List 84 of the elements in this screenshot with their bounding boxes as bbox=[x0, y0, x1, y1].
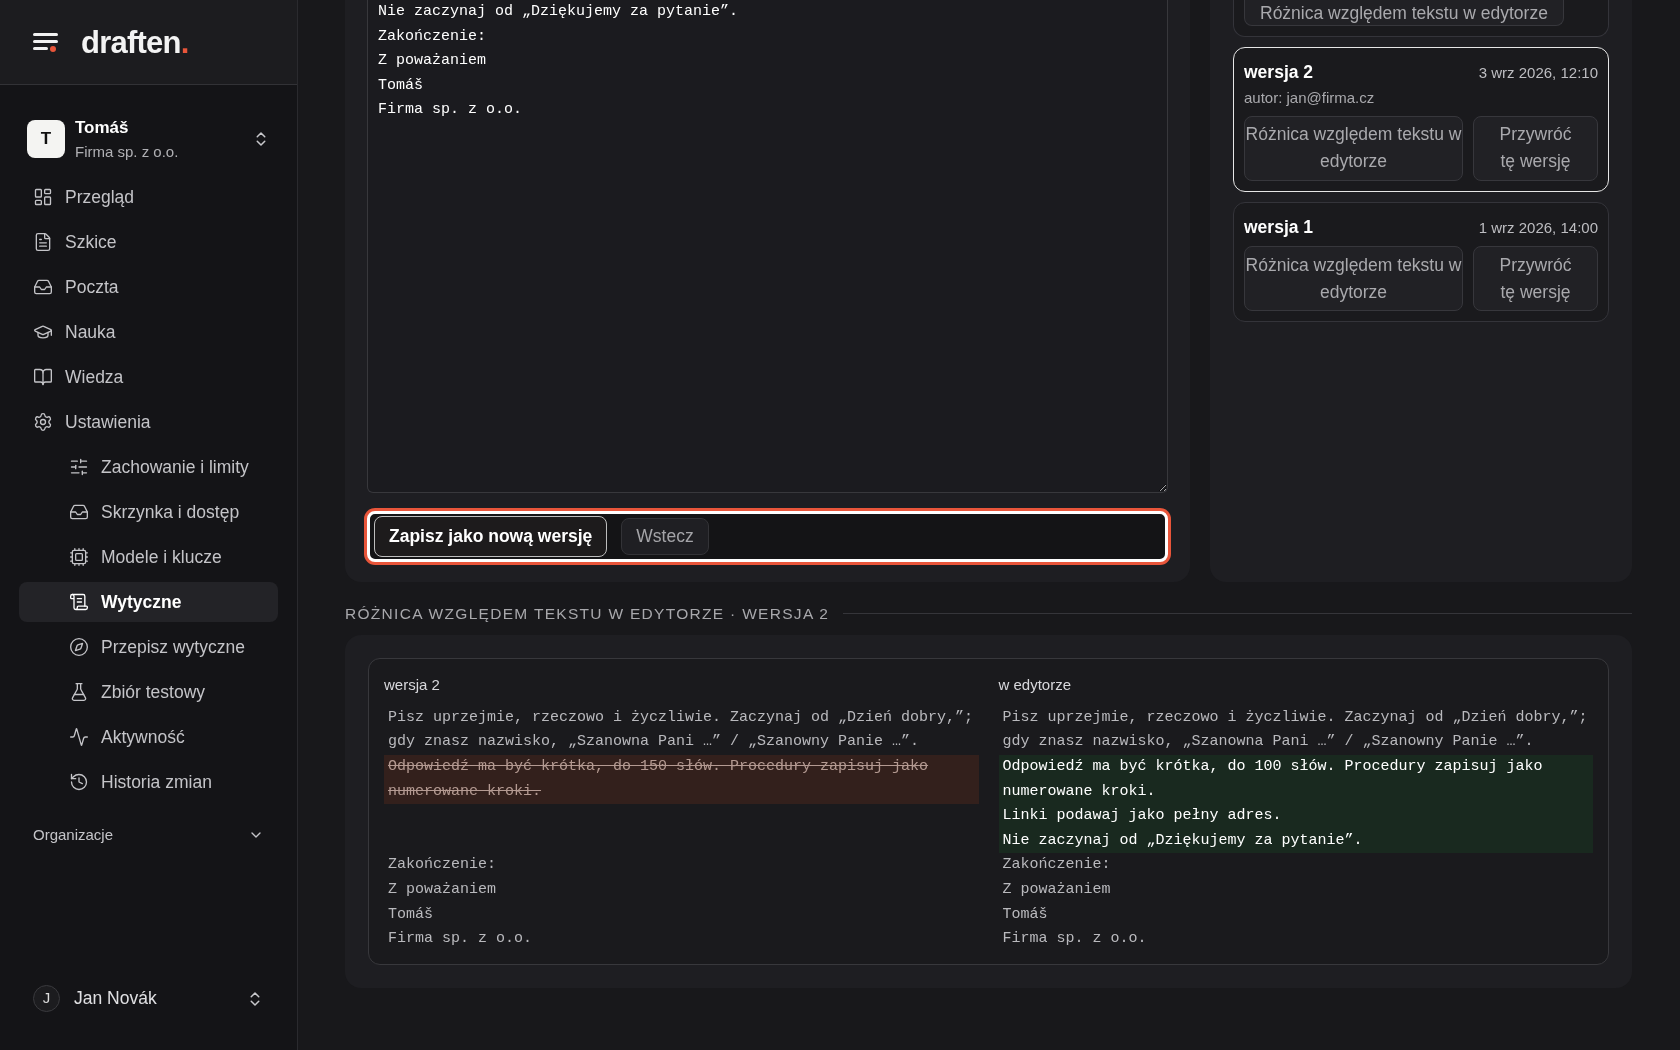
diff-line: Z poważaniem bbox=[1002, 880, 1112, 900]
dashboard-icon bbox=[33, 187, 53, 207]
version-card[interactable]: wersja 2 3 wrz 2026, 12:10 autor: jan@firma.cz Różnica względem tekstu w edytorze Przywróć tę wersję bbox=[1233, 47, 1609, 192]
flask-icon bbox=[69, 682, 89, 702]
sidebar-item-label: Nauka bbox=[65, 320, 116, 344]
sidebar-item[interactable]: Skrzynka i dostęp bbox=[19, 492, 278, 532]
version-card[interactable]: wersja 1 1 wrz 2026, 14:00 Różnica względem tekstu w edytorze Przywróć tę wersję bbox=[1233, 201, 1609, 322]
diff-line: Pisz uprzejmie, rzeczowo i życzliwie. Zaczynaj od „Dzień dobry,”; gdy znasz nazwisko, „Szanowna Pani …” / „Szanowny Panie …”. bbox=[1002, 707, 1589, 753]
sidebar-item[interactable]: Wytyczne bbox=[19, 582, 278, 622]
book-icon bbox=[33, 367, 53, 387]
workspace-switcher[interactable]: T Tomáš Firma sp. z o.o. bbox=[27, 115, 270, 163]
diff-line: Linki podawaj jako pełny adres. bbox=[1002, 806, 1283, 827]
diff-line: Zakończenie: bbox=[1002, 855, 1112, 876]
sidebar-item-label: Zbiór testowy bbox=[101, 680, 206, 704]
workspace-name: Tomáš bbox=[75, 117, 130, 139]
logo: draften. bbox=[81, 26, 189, 58]
sidebar-item[interactable]: Aktywność bbox=[19, 717, 278, 757]
diff-line: Firma sp. z o.o. bbox=[388, 929, 534, 950]
diff-line: Tomáš bbox=[1002, 904, 1049, 925]
sidebar-item-label: Historia zmian bbox=[101, 770, 212, 794]
compass-icon bbox=[69, 637, 89, 657]
user-avatar: J bbox=[33, 985, 60, 1012]
sidebar-item[interactable]: Historia zmian bbox=[19, 762, 278, 802]
chip-icon bbox=[69, 547, 89, 567]
diff-line: Firma sp. z o.o. bbox=[1002, 929, 1148, 950]
sidebar-item[interactable]: Przegląd bbox=[19, 177, 278, 217]
version-title: wersja 1 bbox=[1244, 215, 1314, 239]
workspace-avatar: T bbox=[27, 120, 65, 158]
sidebar-item-label: Przegląd bbox=[65, 185, 135, 209]
pulse-icon bbox=[69, 727, 89, 747]
diff-line: Nie zaczynaj od „Dziękujemy za pytanie”. bbox=[1002, 830, 1364, 851]
column-title: wersja 2 bbox=[384, 675, 441, 696]
diff-button[interactable]: Różnica względem tekstu w edytorze bbox=[1244, 0, 1564, 26]
sidebar-item-label: Wytyczne bbox=[101, 590, 182, 614]
sidebar-item-label: Wiedza bbox=[65, 365, 124, 389]
restore-button[interactable]: Przywróć tę wersję bbox=[1473, 115, 1598, 181]
sidebar-item-label: Skrzynka i dostęp bbox=[101, 500, 240, 524]
column-title: w edytorze bbox=[998, 675, 1073, 696]
sidebar-item-label: Poczta bbox=[65, 275, 119, 299]
user-switcher[interactable]: J Jan Novák bbox=[33, 985, 264, 1012]
version-author: autor: jan@firma.cz bbox=[1244, 88, 1376, 109]
sidebar-item-label: Modele i klucze bbox=[101, 545, 222, 569]
inbox-icon bbox=[69, 502, 89, 522]
document-icon bbox=[33, 232, 53, 252]
restore-button[interactable]: Przywróć tę wersję bbox=[1473, 246, 1598, 311]
sidebar-item-label: Szkice bbox=[65, 230, 117, 254]
organizations-toggle[interactable]: Organizacje bbox=[33, 824, 264, 847]
diff-line: Z poważaniem bbox=[388, 880, 498, 900]
version-title: wersja 2 bbox=[1244, 61, 1314, 84]
inbox-icon bbox=[33, 277, 53, 297]
save-button[interactable]: Zapisz jako nową wersję bbox=[374, 516, 608, 558]
settings-icon bbox=[33, 412, 53, 432]
back-button[interactable]: Wstecz bbox=[621, 518, 709, 556]
section-heading: RÓŻNICA WZGLĘDEM TEKSTU W EDYTORZE · WERSJA 2 bbox=[345, 604, 830, 624]
diff-button[interactable]: Różnica względem tekstu w edytorze bbox=[1244, 115, 1463, 181]
editor-field[interactable]: Nie zaczynaj od „Dziękujemy za pytanie”. Zakończenie: Z poważaniem Tomáš Firma sp. z o.o. bbox=[367, 0, 1168, 494]
history-icon bbox=[69, 772, 89, 792]
diff-line: Odpowiedź ma być krótka, do 150 słów. Procedury zapisuj jako numerowane kroki. bbox=[388, 757, 930, 802]
sidebar-item[interactable]: Zbiór testowy bbox=[19, 672, 278, 712]
diff-line: Tomáš bbox=[388, 904, 434, 925]
version-date: 3 wrz 2026, 12:10 bbox=[1478, 63, 1598, 83]
sidebar-item-label: Aktywność bbox=[101, 725, 185, 749]
sidebar-item-label: Przepisz wytyczne bbox=[101, 635, 245, 659]
workspace-company: Firma sp. z o.o. bbox=[75, 141, 180, 162]
version-card[interactable]: Różnica względem tekstu w edytorze bbox=[1233, 0, 1609, 37]
sidebar-item[interactable]: Szkice bbox=[19, 222, 278, 262]
sidebar-item[interactable]: Wiedza bbox=[19, 357, 278, 397]
sidebar-item[interactable]: Zachowanie i limity bbox=[19, 447, 278, 487]
menu-icon[interactable] bbox=[33, 31, 59, 53]
version-date: 1 wrz 2026, 14:00 bbox=[1478, 217, 1598, 238]
diff-line: Odpowiedź ma być krótka, do 100 słów. Procedury zapisuj jako numerowane kroki. bbox=[1002, 757, 1544, 802]
diff-line: Pisz uprzejmie, rzeczowo i życzliwie. Zaczynaj od „Dzień dobry,”; gdy znasz nazwisko, „Szanowna Pani …” / „Szanowny Panie …”. bbox=[388, 707, 975, 753]
diff-line: Zakończenie: bbox=[388, 855, 498, 876]
sidebar-item[interactable]: Przepisz wytyczne bbox=[19, 627, 278, 667]
sidebar-item-label: Ustawienia bbox=[65, 410, 151, 434]
diff-button[interactable]: Różnica względem tekstu w edytorze bbox=[1244, 246, 1463, 311]
sliders-icon bbox=[69, 457, 89, 477]
sidebar-item[interactable]: Ustawienia bbox=[19, 402, 278, 442]
sidebar-item[interactable]: Nauka bbox=[19, 312, 278, 352]
sidebar-item[interactable]: Modele i klucze bbox=[19, 537, 278, 577]
sidebar-item[interactable]: Poczta bbox=[19, 267, 278, 307]
user-name: Jan Novák bbox=[74, 987, 158, 1011]
scroll-icon bbox=[69, 592, 89, 612]
sidebar-item-label: Zachowanie i limity bbox=[101, 455, 249, 479]
